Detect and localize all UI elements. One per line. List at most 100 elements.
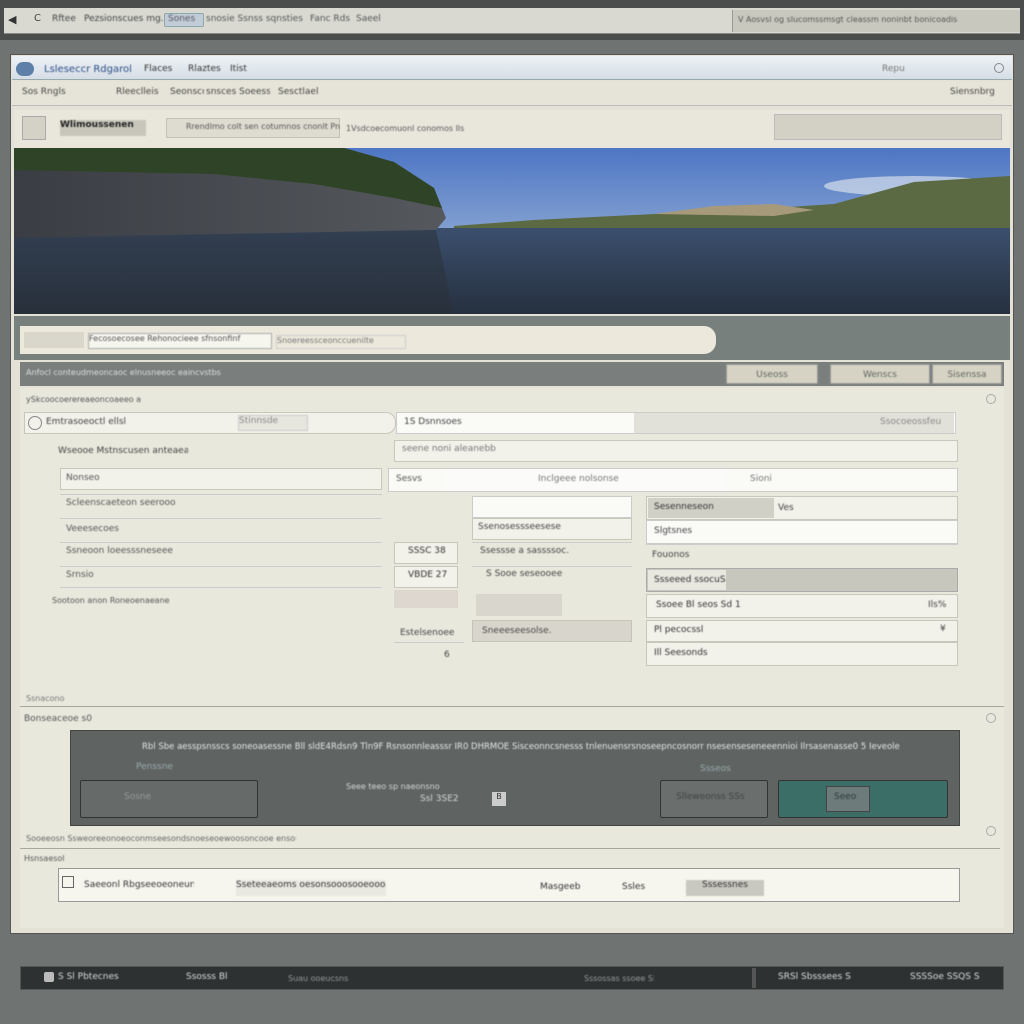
tree-item-4: Srnsio — [66, 570, 94, 580]
values-footer-row[interactable] — [394, 642, 464, 664]
bottom-row-badge[interactable]: Sssessnes — [686, 880, 764, 896]
action-panel-center-2: Ssl 3SE2 — [420, 794, 459, 804]
tree-item-2: Veeesecoes — [66, 524, 119, 534]
window-title: Lsleseccr Rdgarol — [44, 64, 132, 75]
prop-7-label: Ill Seesonds — [654, 648, 708, 658]
back-icon[interactable]: ◀ — [8, 13, 30, 27]
menu-item-2[interactable]: Rleeclleis — [116, 87, 168, 101]
browser-tab-3[interactable]: Fanc Rds — [310, 14, 350, 28]
prop-5-label: Ssoee Bl seos Sd 1 — [656, 600, 741, 610]
values-footer: Estelsenoee — [400, 628, 455, 638]
path-text: Rrendlmo colt sen cotumnos cnonlt Pn — [186, 122, 341, 131]
title-menu-1[interactable]: Flaces — [144, 64, 184, 78]
status-left-2: Ssosss Bl — [186, 972, 228, 982]
tree-right: Sioni — [750, 474, 772, 484]
tree-mid: Sesvs — [396, 474, 422, 484]
title-menu-3[interactable]: Itist — [230, 64, 260, 78]
section3-caption: Sooeeosn Ssweoreeonoeoconmseesondsnoeseo… — [26, 834, 296, 843]
section2-collapse-icon[interactable] — [986, 713, 996, 723]
bottom-row-right-2: Ssles — [622, 882, 646, 892]
browser-tab-active-label: Sones — [168, 14, 196, 24]
path-text-2: 1Vsdcoecomuonl conomos Ils — [346, 124, 465, 133]
status-right: SRSl Sbsssees S — [778, 972, 851, 982]
url-text[interactable]: Pezsionscues mg. — [84, 14, 164, 28]
tab-3[interactable]: Sisenssa — [932, 364, 1002, 384]
section1-heading: ySkcoocoerereaeoncoaeeo a — [26, 395, 142, 404]
list-mid-4: Sneeeseesolse. — [482, 626, 552, 636]
reload-icon[interactable]: C — [34, 13, 48, 27]
bottom-row-mid: Sseteeaeoms oesonsooosooeooos — [236, 880, 386, 896]
browser-tab-4[interactable]: Saeel — [356, 14, 386, 28]
secondary-button[interactable] — [80, 780, 258, 818]
toolbar-search-box[interactable] — [774, 114, 1002, 140]
app-logo-icon — [16, 62, 34, 76]
action-panel-sub-left: Penssne — [136, 762, 173, 772]
status-wave-icon — [140, 974, 150, 984]
browser-tab-2[interactable]: snosie Ssnss sqnsties — [206, 14, 306, 28]
subheader-field[interactable]: Fecosoecosee Rehonocieee sfnsonfinf — [88, 333, 272, 349]
desktop-bottom — [0, 994, 1024, 1024]
toolbar-logo-icon[interactable] — [22, 116, 46, 140]
value-2: VBDE 27 — [408, 570, 448, 580]
prop-6-value: ¥ — [940, 624, 946, 634]
prop-3-label: Fouonos — [652, 550, 690, 560]
prop-6-label: Pl pecocssl — [654, 625, 704, 635]
toolbar-brand: Wlimoussenen — [60, 120, 146, 136]
hero-image — [14, 148, 1010, 314]
menu-item-3[interactable]: Seonscoes — [170, 87, 204, 101]
field-left-label: Emtrasoeoctl ellsl — [46, 417, 127, 427]
section2-heading: Bonseaceoe s0 — [24, 714, 92, 724]
section3-divider — [20, 848, 1000, 849]
info-icon[interactable]: B — [492, 792, 506, 806]
subheader-field-2[interactable]: Snoereessceonccuenilte — [276, 335, 406, 349]
prop-2-label: Slgtsnes — [654, 526, 693, 536]
sub-label-right: seene noni aleanebb — [402, 444, 496, 454]
tertiary-button-label: Slleweonss SSs — [676, 792, 745, 802]
menu-right-label[interactable]: Siensnbrg — [950, 87, 1002, 101]
radio-icon[interactable] — [28, 416, 42, 430]
section2-divider — [20, 706, 1004, 707]
breadcrumb: Anfocl conteudmeoncaoc elnusneeoc eaincv… — [26, 368, 221, 377]
tree-mid-2: Inclgeee nolsonse — [538, 474, 619, 484]
tree-root: Nonseo — [66, 473, 100, 483]
tab-1[interactable]: Useoss — [726, 364, 818, 384]
sub-label: Wseooe Mstnscusen anteaeaene — [58, 446, 188, 456]
tree-item-1: Scleenscaeteon seeroooeesssee — [66, 498, 176, 508]
secondary-button-label: Sosne — [124, 792, 152, 802]
status-app-icon[interactable] — [44, 972, 54, 982]
title-right-label: Repu — [882, 64, 905, 74]
list-mid-input[interactable] — [472, 496, 632, 518]
section3-label: Hsnsaesol — [24, 854, 65, 863]
tab-2[interactable]: Wenscs — [830, 364, 930, 384]
section3-collapse-icon[interactable] — [986, 826, 996, 836]
nav-label: Rftee — [52, 14, 76, 24]
field-mid-label: 1S Dsnnsoes — [404, 417, 462, 427]
prop-1-label: Sesenneseon — [654, 502, 714, 512]
status-mid: Suau ooeucsns — [288, 974, 348, 983]
list-mid-placeholder[interactable] — [476, 594, 562, 616]
list-mid-2: Ssessse a sassssoc. — [480, 546, 570, 556]
list-mid-1: Ssenosessseesese — [478, 522, 561, 532]
list-mid-3: S Sooe seseooee — [486, 569, 563, 579]
title-menu-2[interactable]: Rlaztes — [188, 64, 228, 78]
prop-4-label: Ssseeed ssocuS — [654, 575, 726, 585]
checkbox[interactable] — [62, 876, 74, 888]
value-1: SSSC 38 — [408, 546, 446, 556]
subheader-icon — [24, 332, 84, 348]
value-cell-empty[interactable] — [394, 590, 458, 608]
window-control-icon[interactable] — [994, 63, 1004, 73]
status-mid-2: Sssossas ssoee Sll — [584, 974, 654, 983]
bottom-row-right-1: Masgeeb — [540, 882, 581, 892]
tree-footer: Sootoon anon Roneoenaeane — [52, 596, 170, 605]
section2-divider-label: Ssnacono — [26, 694, 65, 703]
menu-item-1[interactable]: Sos Rngls — [22, 87, 104, 101]
status-right-2: SSSSoe SSQS S — [910, 972, 980, 982]
section1-collapse-icon[interactable] — [986, 394, 996, 404]
address-text: V Aosvsl og slucomssmsgt cleassm noninbt… — [738, 15, 958, 24]
confirm-button-label: Seeo — [834, 792, 857, 802]
field-left-value[interactable]: Stinnsde — [238, 415, 308, 431]
status-divider — [752, 968, 756, 988]
prop-5-value: Ils% — [928, 600, 947, 610]
menu-item-4[interactable]: snsces Soeessirs — [206, 87, 270, 101]
menu-item-5[interactable]: Sesctlael — [278, 87, 328, 101]
